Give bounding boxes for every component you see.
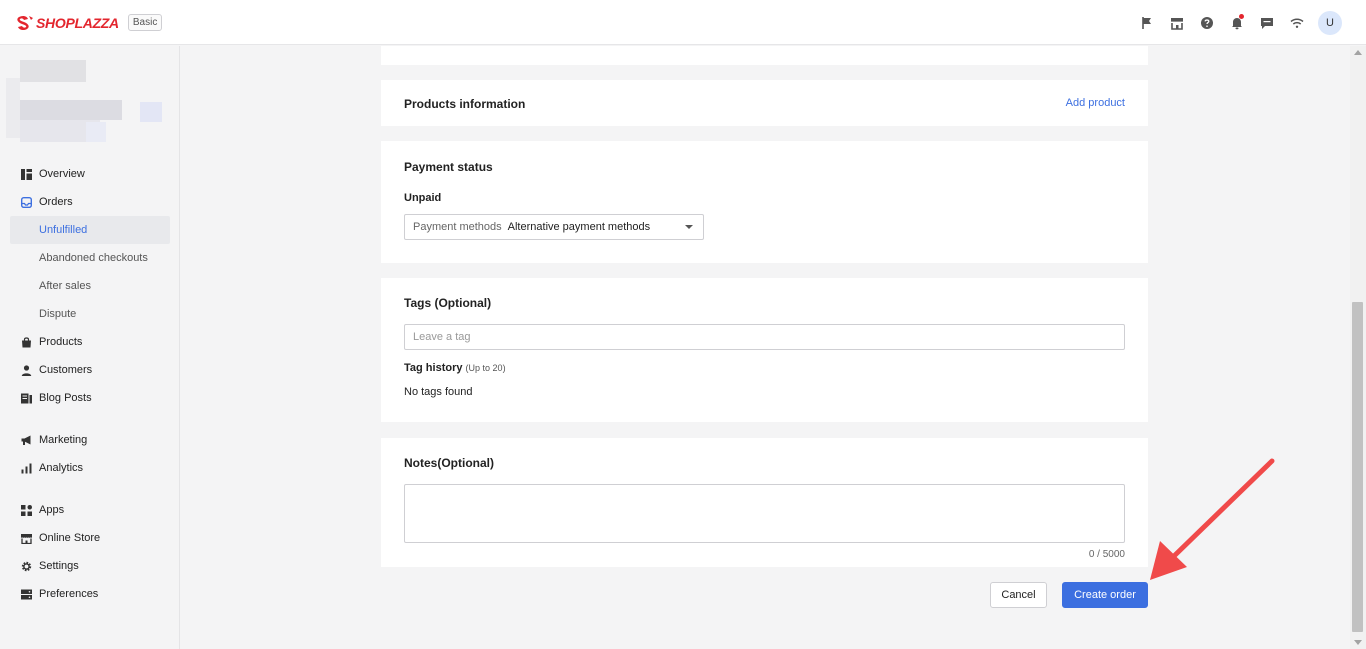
message-icon[interactable] [1252, 11, 1282, 35]
sidebar-item-label: Overview [39, 168, 85, 180]
sidebar-item-label: Customers [39, 364, 93, 376]
sidebar-item-label: Analytics [39, 462, 84, 474]
payment-methods-value: Alternative payment methods [507, 221, 651, 233]
sidebar-item-abandoned-checkouts[interactable]: Abandoned checkouts [10, 244, 170, 272]
page-scrollbar[interactable] [1350, 46, 1366, 649]
sidebar-item-label: After sales [39, 280, 91, 292]
sidebar-item-marketing[interactable]: Marketing [10, 426, 170, 454]
notes-title: Notes(Optional) [404, 456, 494, 470]
sidebar-item-orders[interactable]: Orders [10, 188, 170, 216]
sidebar-item-settings[interactable]: Settings [10, 552, 170, 580]
sidebar-item-label: Settings [39, 560, 79, 572]
sidebar-item-after-sales[interactable]: After sales [10, 272, 170, 300]
payment-methods-select[interactable]: Payment methods Alternative payment meth… [404, 214, 704, 240]
payment-state-label: Unpaid [404, 192, 442, 204]
store-info-blurred [6, 60, 170, 144]
add-product-link[interactable]: Add product [1066, 97, 1125, 109]
user-avatar[interactable]: U [1318, 11, 1342, 35]
sidebar-item-label: Dispute [39, 308, 77, 320]
orders-icon [21, 196, 32, 208]
apps-icon [21, 504, 32, 516]
sidebar-item-online-store[interactable]: Online Store [10, 524, 170, 552]
overview-icon [21, 168, 32, 180]
notes-character-counter: 0 / 5000 [1088, 549, 1125, 560]
products-information-title: Products information [404, 97, 526, 111]
sidebar-item-label: Preferences [39, 588, 99, 600]
tag-history-label: Tag history (Up to 20) [404, 362, 506, 374]
preferences-icon [21, 589, 32, 600]
store-icon [21, 533, 32, 544]
sidebar-item-analytics[interactable]: Analytics [10, 454, 170, 482]
tags-title: Tags (Optional) [404, 296, 492, 310]
sidebar-item-dispute[interactable]: Dispute [10, 300, 170, 328]
sidebar-item-label: Unfulfilled [39, 224, 88, 236]
sidebar-item-label: Blog Posts [39, 392, 92, 404]
products-information-card: Products information Add product [381, 80, 1148, 126]
create-order-button[interactable]: Create order [1062, 582, 1148, 608]
sidebar-item-apps[interactable]: Apps [10, 496, 170, 524]
gear-icon [21, 561, 32, 572]
sidebar: Overview Orders Unfulfilled Abandoned ch… [0, 46, 180, 649]
scroll-down-icon[interactable] [1354, 640, 1362, 645]
sidebar-item-products[interactable]: Products [10, 328, 170, 356]
tag-history-text: Tag history [404, 362, 463, 374]
payment-status-title: Payment status [404, 160, 493, 174]
tag-history-limit: (Up to 20) [465, 363, 506, 373]
notification-dot [1239, 14, 1244, 19]
sidebar-item-label: Online Store [39, 532, 101, 544]
sidebar-item-label: Abandoned checkouts [39, 252, 148, 264]
caret-down-icon [685, 225, 693, 229]
notes-card: Notes(Optional) 0 / 5000 [381, 438, 1148, 567]
sidebar-item-label: Orders [39, 196, 73, 208]
payment-methods-prefix: Payment methods [413, 221, 502, 233]
sidebar-item-unfulfilled[interactable]: Unfulfilled [10, 216, 170, 244]
scroll-up-icon[interactable] [1354, 50, 1362, 55]
shoplazza-logo-icon [16, 15, 34, 31]
flag-icon[interactable] [1132, 11, 1162, 35]
sidebar-item-label: Products [39, 336, 83, 348]
scroll-thumb[interactable] [1352, 302, 1363, 632]
previous-section-card [381, 46, 1148, 65]
sidebar-item-blog-posts[interactable]: Blog Posts [10, 384, 170, 412]
wifi-icon[interactable] [1282, 11, 1312, 35]
sidebar-item-preferences[interactable]: Preferences [10, 580, 170, 608]
sidebar-item-label: Marketing [39, 434, 88, 446]
megaphone-icon [21, 435, 32, 446]
tag-input[interactable] [404, 324, 1125, 350]
products-icon [21, 336, 32, 348]
no-tags-text: No tags found [404, 386, 473, 398]
top-bar: SHOPLAZZA Basic U [0, 0, 1366, 45]
notes-textarea[interactable] [404, 484, 1125, 543]
brand-logo[interactable]: SHOPLAZZA Basic [16, 14, 163, 31]
plan-badge: Basic [127, 14, 163, 31]
cancel-button[interactable]: Cancel [990, 582, 1047, 608]
store-icon[interactable] [1162, 11, 1192, 35]
sidebar-item-customers[interactable]: Customers [10, 356, 170, 384]
tags-card: Tags (Optional) Tag history (Up to 20) N… [381, 278, 1148, 422]
help-icon[interactable] [1192, 11, 1222, 35]
top-icon-group: U [1132, 11, 1342, 35]
bell-icon[interactable] [1222, 11, 1252, 35]
sidebar-item-overview[interactable]: Overview [10, 160, 170, 188]
sidebar-item-label: Apps [39, 504, 65, 516]
sidebar-nav: Overview Orders Unfulfilled Abandoned ch… [10, 160, 170, 608]
customers-icon [21, 364, 32, 376]
payment-status-card: Payment status Unpaid Payment methods Al… [381, 141, 1148, 263]
blog-icon [21, 393, 32, 404]
brand-name: SHOPLAZZA [36, 14, 119, 31]
annotation-arrow-icon [1150, 458, 1275, 580]
analytics-icon [21, 463, 32, 474]
